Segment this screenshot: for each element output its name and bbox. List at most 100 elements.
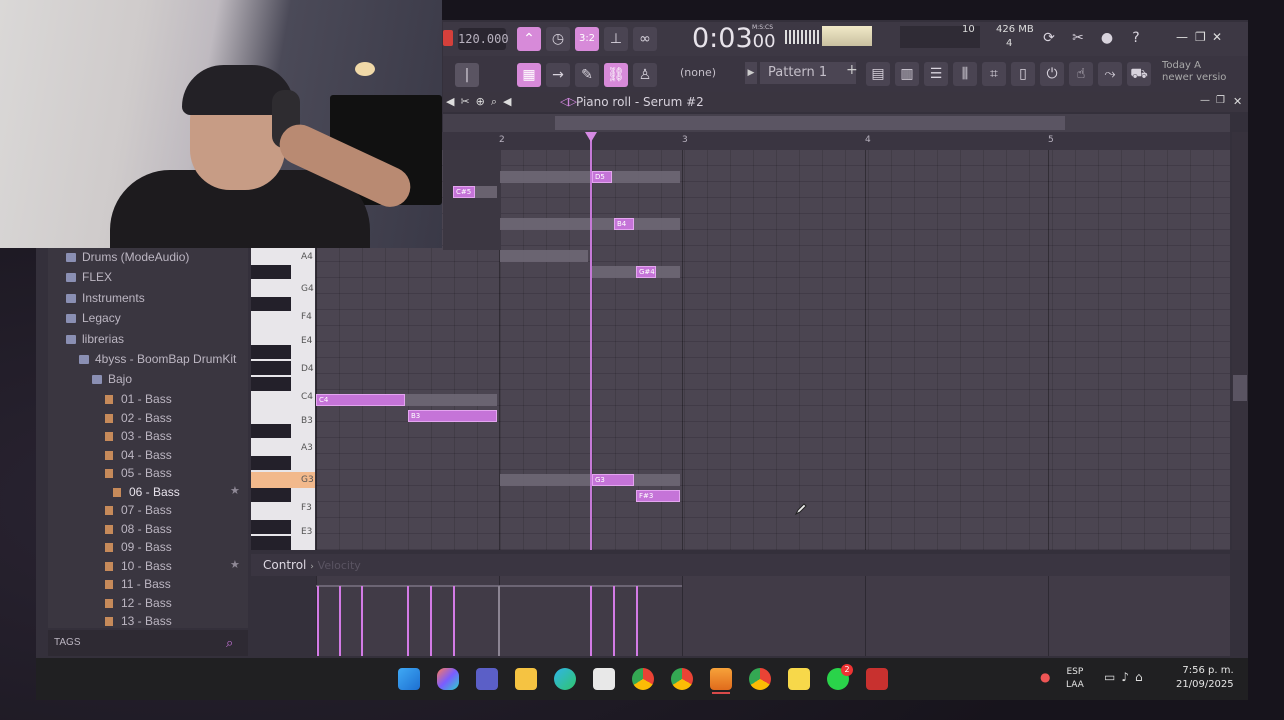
shop-icon[interactable]: ⛟ xyxy=(1127,62,1151,86)
piano-roll-icon[interactable]: ▥ xyxy=(895,62,919,86)
voicemod-icon[interactable] xyxy=(866,668,888,690)
tools-icon[interactable]: ✂ xyxy=(1066,26,1090,50)
copilot-icon[interactable] xyxy=(437,668,459,690)
browser-file[interactable]: 05 - Bass xyxy=(105,466,172,480)
browser-file[interactable]: 03 - Bass xyxy=(105,429,172,443)
restore-icon[interactable]: ❐ xyxy=(1195,30,1206,44)
help-icon[interactable]: ? xyxy=(1124,26,1148,50)
velocity-bar[interactable] xyxy=(636,586,638,656)
snap-select[interactable]: (none) xyxy=(680,62,716,84)
chrome-profile-icon[interactable] xyxy=(671,668,693,690)
project-info-icon[interactable]: ▯ xyxy=(1011,62,1035,86)
blend-notes-icon[interactable]: ⊥ xyxy=(604,27,628,51)
velocity-bar[interactable] xyxy=(361,586,363,656)
browser-folder-drums[interactable]: Drums (ModeAudio) xyxy=(66,250,189,264)
wait-input-icon[interactable]: ◷ xyxy=(546,27,570,51)
black-key[interactable] xyxy=(251,456,291,470)
browser-file[interactable]: 09 - Bass xyxy=(105,540,172,554)
timeline-ruler[interactable]: 2 3 4 5 xyxy=(316,132,1230,150)
file-explorer-icon[interactable] xyxy=(515,668,537,690)
browser-folder-4byss[interactable]: 4byss - BoomBap DrumKit xyxy=(79,352,236,366)
black-key[interactable] xyxy=(251,265,291,279)
sticky-notes-icon[interactable] xyxy=(788,668,810,690)
countdown-icon[interactable]: 3:2 xyxy=(575,27,599,51)
black-key[interactable] xyxy=(251,297,291,311)
browser-folder-instruments[interactable]: Instruments xyxy=(66,291,145,305)
chrome-icon[interactable] xyxy=(632,668,654,690)
close-icon[interactable]: ✕ xyxy=(1212,30,1222,44)
edge-icon[interactable] xyxy=(554,668,576,690)
news-panel[interactable]: Today A newer versio xyxy=(1162,60,1226,84)
channel-rack-icon[interactable]: ☰ xyxy=(924,62,948,86)
pencil-icon[interactable]: ✎ xyxy=(575,63,599,87)
browser-icon[interactable]: ⌗ xyxy=(982,62,1006,86)
master-pitch-icon[interactable]: | xyxy=(455,63,479,87)
tempo-tap-icon[interactable]: ⤳ xyxy=(1098,62,1122,86)
chrome-alt-icon[interactable] xyxy=(749,668,771,690)
browser-file[interactable]: 07 - Bass xyxy=(105,503,172,517)
control-selector[interactable]: Control › Velocity xyxy=(263,558,361,572)
browser-file[interactable]: 10 - Bass xyxy=(105,559,172,573)
note[interactable]: D5 xyxy=(592,171,612,183)
teams-icon[interactable] xyxy=(476,668,498,690)
piano-roll-tools-icons[interactable]: ◀✂⊕⌕◀ xyxy=(446,95,518,109)
playhead[interactable] xyxy=(590,132,592,550)
browser-file[interactable]: 13 - Bass xyxy=(105,614,172,628)
browser-file[interactable]: 04 - Bass xyxy=(105,448,172,462)
arrow-icon[interactable]: → xyxy=(546,63,570,87)
browser-folder-legacy[interactable]: Legacy xyxy=(66,311,121,325)
search-icon[interactable]: ⌕ xyxy=(226,636,233,651)
browser-folder-bajo[interactable]: Bajo xyxy=(92,372,132,386)
pr-minimize-icon[interactable]: — xyxy=(1200,95,1210,106)
metronome-icon[interactable]: ⌃ xyxy=(517,27,541,51)
velocity-bar[interactable] xyxy=(453,586,455,656)
piano-roll-mode-icon[interactable]: ▦ xyxy=(517,63,541,87)
note[interactable]: G3 xyxy=(592,474,634,486)
mic-tray-icon[interactable]: ● xyxy=(1040,670,1050,684)
black-key[interactable] xyxy=(251,424,291,438)
scroll-thumb[interactable] xyxy=(555,116,1065,130)
velocity-bar[interactable] xyxy=(407,586,409,656)
note[interactable]: B4 xyxy=(614,218,634,230)
browser-file[interactable]: 11 - Bass xyxy=(105,577,171,591)
add-pattern-icon[interactable]: + xyxy=(846,62,858,78)
horizontal-scroll-overview[interactable] xyxy=(443,114,1230,132)
note[interactable]: G#4 xyxy=(636,266,656,278)
black-key[interactable] xyxy=(251,488,291,502)
browser-folder-librerias[interactable]: librerias xyxy=(66,332,124,346)
record-button[interactable] xyxy=(443,30,453,46)
store-icon[interactable] xyxy=(593,668,615,690)
pattern-selector[interactable]: Pattern 1 xyxy=(760,62,856,84)
black-key[interactable] xyxy=(251,536,291,550)
star-icon[interactable]: ★ xyxy=(230,484,240,497)
taskbar-clock[interactable]: 7:56 p. m. 21/09/2025 xyxy=(1176,664,1234,692)
velocity-bar[interactable] xyxy=(613,586,615,656)
plugin-icon[interactable]: ⏻ xyxy=(1040,62,1064,86)
link-icon[interactable]: ⛓ xyxy=(604,63,628,87)
tempo-display[interactable]: 120.000 xyxy=(458,28,509,50)
browser-file[interactable]: 02 - Bass xyxy=(105,411,172,425)
pr-close-icon[interactable]: ✕ xyxy=(1233,95,1242,108)
playhead-marker-icon[interactable] xyxy=(585,132,597,142)
browser-file[interactable]: 08 - Bass xyxy=(105,522,172,536)
velocity-bar[interactable] xyxy=(430,586,432,656)
mixer-icon[interactable]: ⫼ xyxy=(953,62,977,86)
black-key[interactable] xyxy=(251,377,291,391)
fl-studio-taskbar-icon[interactable] xyxy=(710,668,732,690)
vertical-scroll-thumb[interactable] xyxy=(1233,375,1247,401)
touch-icon[interactable]: ☝ xyxy=(1069,62,1093,86)
minimize-icon[interactable]: — xyxy=(1176,30,1188,44)
loop-record-icon[interactable]: ∞ xyxy=(633,27,657,51)
mic-icon[interactable]: ● xyxy=(1095,26,1119,50)
velocity-bar[interactable] xyxy=(317,586,319,656)
pattern-prev-icon[interactable]: ▶ xyxy=(745,62,757,84)
browser-file[interactable]: 01 - Bass xyxy=(105,392,172,406)
star-icon[interactable]: ★ xyxy=(230,558,240,571)
velocity-bar[interactable] xyxy=(339,586,341,656)
language-indicator[interactable]: ESP LAA xyxy=(1066,666,1084,692)
piano-roll-menu-icon[interactable]: ◁▷ xyxy=(560,95,577,108)
vertical-scrollbar[interactable] xyxy=(1232,132,1248,550)
black-key[interactable] xyxy=(251,361,291,375)
windows-start-icon[interactable] xyxy=(398,668,420,690)
black-key[interactable] xyxy=(251,345,291,359)
